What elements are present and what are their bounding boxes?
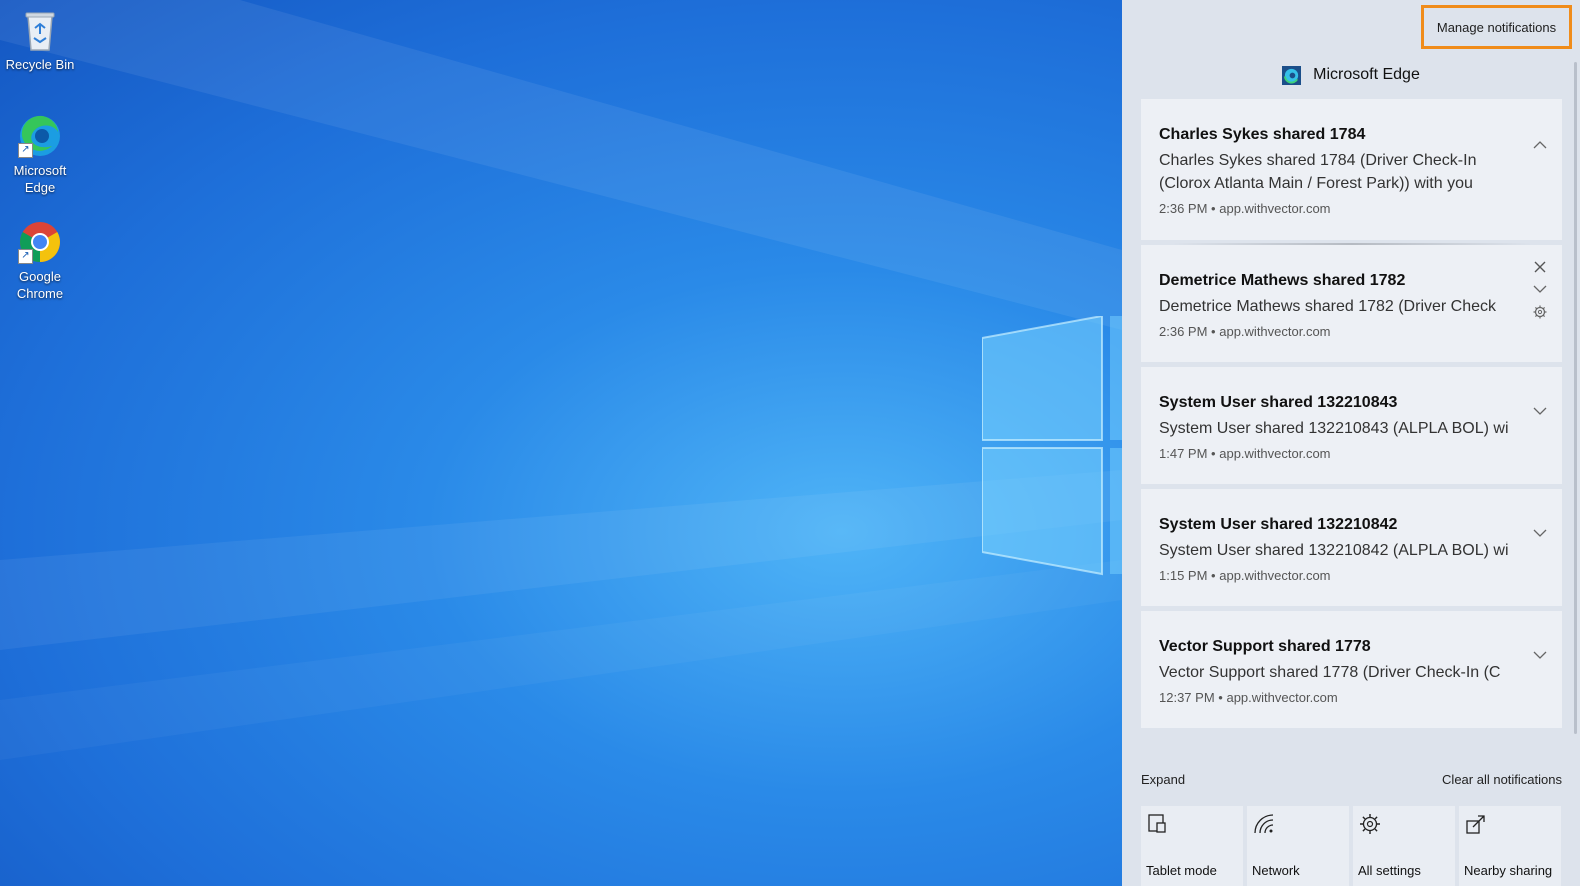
notification-meta: 1:15 PM • app.withvector.com <box>1159 568 1518 584</box>
settings-icon <box>1360 814 1380 834</box>
notification-card[interactable]: Charles Sykes shared 1784 Charles Sykes … <box>1141 99 1562 240</box>
notification-card[interactable]: System User shared 132210842 System User… <box>1141 489 1562 606</box>
nearby-sharing-icon <box>1466 815 1485 834</box>
chrome-icon: ↗ <box>18 220 62 264</box>
tile-all-settings[interactable]: All settings <box>1353 806 1455 886</box>
notification-body: Demetrice Mathews shared 1782 (Driver Ch… <box>1159 298 1497 315</box>
expand-chevron-down-icon[interactable] <box>1532 281 1548 297</box>
manage-notifications-link[interactable]: Manage notifications <box>1421 5 1572 49</box>
separator: • <box>1211 324 1216 339</box>
notification-time: 2:36 PM <box>1159 324 1208 339</box>
tile-tablet-mode[interactable]: Tablet mode <box>1141 806 1243 886</box>
expand-link[interactable]: Expand <box>1141 772 1185 787</box>
desktop: Recycle Bin ↗ Microsoft Edge ↗ Google Ch… <box>0 0 1122 886</box>
network-icon <box>1254 814 1274 834</box>
edge-icon <box>1282 65 1302 85</box>
notification-meta: 1:47 PM • app.withvector.com <box>1159 446 1518 462</box>
notification-body: Charles Sykes shared 1784 (Driver Check-… <box>1159 152 1477 192</box>
collapse-chevron-up-icon[interactable] <box>1532 137 1548 153</box>
separator: • <box>1211 446 1216 461</box>
notification-time: 1:15 PM <box>1159 568 1208 583</box>
notification-card[interactable]: Demetrice Mathews shared 1782 Demetrice … <box>1141 245 1562 362</box>
quick-actions: Tablet mode Network All settings Nearby … <box>1141 806 1562 886</box>
notification-source: app.withvector.com <box>1219 568 1331 583</box>
notification-time: 1:47 PM <box>1159 446 1208 461</box>
notification-card[interactable]: System User shared 132210843 System User… <box>1141 367 1562 484</box>
desktop-icon-label: Google Chrome <box>16 269 64 301</box>
separator: • <box>1211 201 1216 216</box>
notification-group-header[interactable]: Microsoft Edge <box>1122 62 1580 88</box>
tile-label: Network <box>1252 863 1300 878</box>
expand-chevron-down-icon[interactable] <box>1532 525 1548 541</box>
notification-source: app.withvector.com <box>1219 324 1331 339</box>
desktop-icon-microsoft-edge[interactable]: ↗ Microsoft Edge <box>4 114 76 196</box>
separator: • <box>1211 568 1216 583</box>
notification-source: app.withvector.com <box>1219 446 1331 461</box>
notification-time: 2:36 PM <box>1159 201 1208 216</box>
notification-title: System User shared 132210842 <box>1159 516 1398 533</box>
separator: • <box>1218 690 1223 705</box>
desktop-icon-google-chrome[interactable]: ↗ Google Chrome <box>4 220 76 302</box>
notification-meta: 12:37 PM • app.withvector.com <box>1159 690 1518 706</box>
notification-title: Charles Sykes shared 1784 <box>1159 126 1366 143</box>
notification-title: Demetrice Mathews shared 1782 <box>1159 272 1406 289</box>
expand-chevron-down-icon[interactable] <box>1532 403 1548 419</box>
notification-body: System User shared 132210842 (ALPLA BOL)… <box>1159 542 1509 559</box>
notification-time: 12:37 PM <box>1159 690 1215 705</box>
tile-label: Tablet mode <box>1146 863 1217 878</box>
expand-chevron-down-icon[interactable] <box>1532 647 1548 663</box>
windows-logo-wallpaper <box>982 316 1122 576</box>
tile-network[interactable]: Network <box>1247 806 1349 886</box>
action-center-panel: Manage notifications Microsoft Edge Char… <box>1122 0 1580 886</box>
scrollbar[interactable] <box>1574 62 1577 734</box>
manage-notifications-label: Manage notifications <box>1436 19 1557 35</box>
tile-label: All settings <box>1358 863 1421 878</box>
notification-body: System User shared 132210843 (ALPLA BOL)… <box>1159 420 1509 437</box>
app-name: Microsoft Edge <box>1313 66 1420 83</box>
notification-title: Vector Support shared 1778 <box>1159 638 1371 655</box>
notification-card[interactable]: Vector Support shared 1778 Vector Suppor… <box>1141 611 1562 728</box>
wallpaper-light-beams <box>0 0 1122 760</box>
clear-all-notifications-link[interactable]: Clear all notifications <box>1442 772 1562 787</box>
edge-icon: ↗ <box>18 114 62 158</box>
desktop-icon-recycle-bin[interactable]: Recycle Bin <box>4 8 76 73</box>
notification-source: app.withvector.com <box>1226 690 1338 705</box>
tablet-mode-icon <box>1148 814 1166 833</box>
notification-source: app.withvector.com <box>1219 201 1331 216</box>
close-icon[interactable] <box>1532 259 1548 275</box>
notification-body: Vector Support shared 1778 (Driver Check… <box>1159 664 1501 681</box>
tile-nearby-sharing[interactable]: Nearby sharing <box>1459 806 1561 886</box>
notification-meta: 2:36 PM • app.withvector.com <box>1159 324 1518 340</box>
tile-label: Nearby sharing <box>1464 863 1553 878</box>
recycle-bin-icon <box>18 8 62 52</box>
desktop-icon-label: Microsoft Edge <box>13 163 67 195</box>
notification-title: System User shared 132210843 <box>1159 394 1398 411</box>
notification-meta: 2:36 PM • app.withvector.com <box>1159 201 1518 217</box>
desktop-icon-label: Recycle Bin <box>5 57 75 72</box>
gear-icon[interactable] <box>1532 304 1548 320</box>
